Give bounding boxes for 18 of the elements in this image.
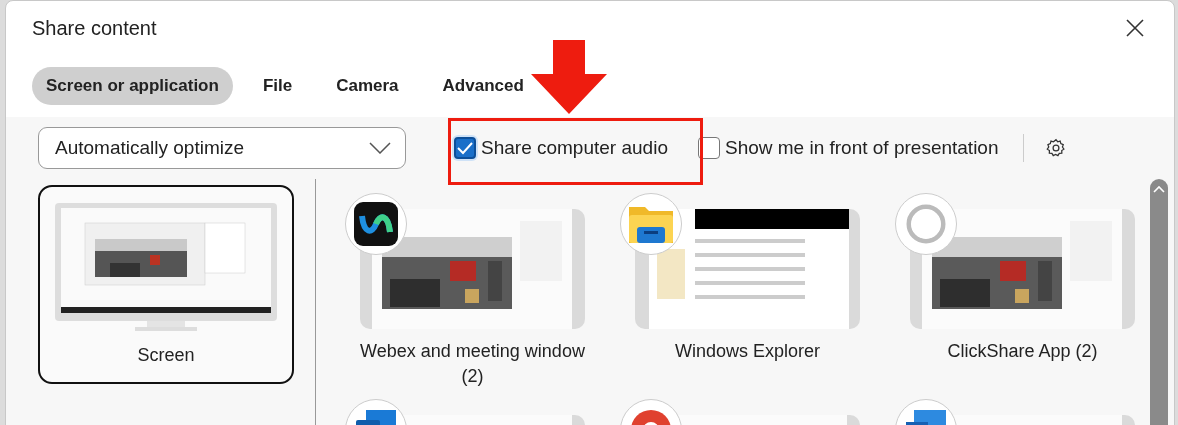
checkbox-label: Show me in front of presentation <box>724 137 999 159</box>
app-name[interactable]: Windows Explorer <box>632 339 863 364</box>
app-name[interactable]: Webex and meeting window (2) <box>357 339 588 389</box>
settings-icon[interactable] <box>1045 138 1066 158</box>
tab[interactable]: Camera <box>322 67 413 105</box>
tab[interactable]: Advanced <box>428 67 538 105</box>
optimize-dropdown[interactable]: Automatically optimize <box>38 127 406 169</box>
checkbox[interactable] <box>697 137 720 159</box>
checkbox[interactable] <box>454 137 476 159</box>
tab[interactable]: Screen or application <box>32 67 233 105</box>
checkbox-label: Share computer audio <box>481 137 668 159</box>
window-title: Share content <box>32 16 157 40</box>
screen-option[interactable]: Screen <box>38 185 294 384</box>
scrollbar[interactable] <box>1150 179 1168 425</box>
tab[interactable]: File <box>248 67 307 105</box>
chevron-down-icon <box>369 142 391 154</box>
chevron-up-icon[interactable] <box>1153 185 1165 193</box>
app-name[interactable]: ClickShare App (2) <box>907 339 1138 364</box>
